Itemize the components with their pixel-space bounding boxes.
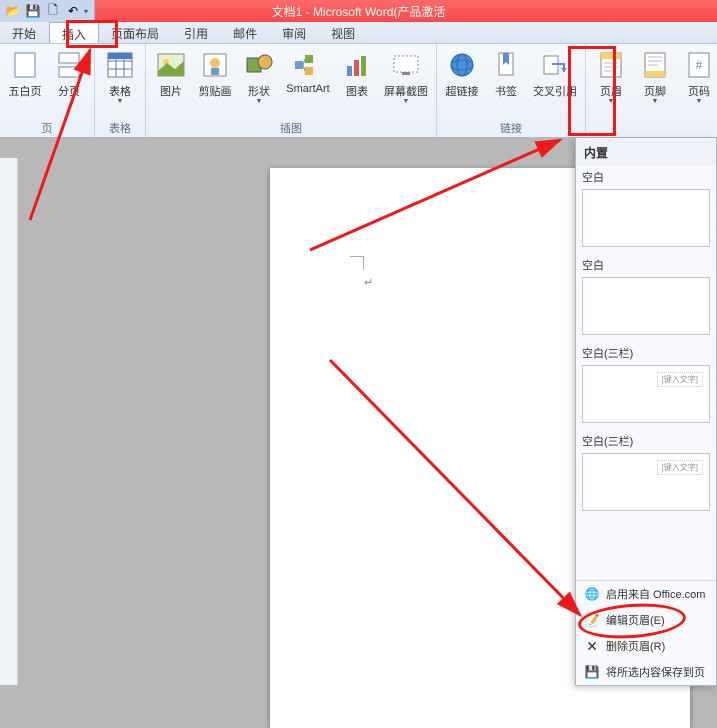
table-button[interactable]: 表格 ▼ <box>99 46 141 108</box>
qat-new-icon[interactable]: 🗋 <box>44 2 62 20</box>
group-headerfooter-label <box>590 122 717 137</box>
chart-button[interactable]: 图表 <box>336 46 378 102</box>
template-blank-three-2[interactable]: 空白(三栏) [键入文字] <box>582 433 710 511</box>
window-title: 文档1 - Microsoft Word(产品激活 <box>272 3 446 20</box>
chart-icon <box>341 49 373 81</box>
smartart-icon <box>292 49 324 81</box>
template-preview <box>582 189 710 247</box>
dropdown-section-builtin: 内置 <box>576 138 716 165</box>
crossref-icon <box>539 49 571 81</box>
bookmark-button[interactable]: 书签 <box>485 46 527 102</box>
pagenum-icon: # <box>683 49 715 81</box>
chevron-down-icon: ▼ <box>403 99 410 105</box>
remove-header-item[interactable]: 🗙删除页眉(R) <box>576 633 716 659</box>
blank-page-button[interactable]: 五白页 <box>4 46 46 102</box>
clipart-icon <box>199 49 231 81</box>
save-selection-item[interactable]: 💾将所选内容保存到页 <box>576 659 716 685</box>
tab-review[interactable]: 审阅 <box>270 22 319 43</box>
smartart-button[interactable]: SmartArt <box>282 46 334 98</box>
blank-page-icon <box>9 49 41 81</box>
save-icon: 💾 <box>584 664 600 680</box>
header-button[interactable]: 页眉▼ <box>590 46 632 108</box>
screenshot-button[interactable]: 屏幕截图▼ <box>380 46 432 108</box>
svg-text:#: # <box>696 58 703 72</box>
margin-marker <box>350 256 364 270</box>
qat-customize-dropdown[interactable]: ▾ <box>84 7 94 16</box>
chevron-down-icon: ▼ <box>256 99 263 105</box>
template-blank-2[interactable]: 空白 <box>582 257 710 335</box>
chevron-down-icon: ▼ <box>652 99 659 105</box>
group-pages-label: 页 <box>4 118 90 137</box>
title-bar: 📂 💾 🗋 ↶ ▾ 文档1 - Microsoft Word(产品激活 <box>0 0 717 22</box>
cursor-paragraph-mark: ↵ <box>364 276 373 289</box>
page-break-icon <box>53 49 85 81</box>
pagenum-button[interactable]: #页码▼ <box>678 46 717 108</box>
group-tables-label: 表格 <box>99 118 141 137</box>
template-preview: [键入文字] <box>582 453 710 511</box>
group-links: 超链接 书签 交叉引用 链接 <box>437 44 586 137</box>
page-break-button[interactable]: 分页 <box>48 46 90 102</box>
remove-icon: 🗙 <box>584 638 600 654</box>
header-dropdown-panel: 内置 空白 空白 空白(三栏) [键入文字] 空白(三栏) [键入文字] 🌐启用… <box>575 138 717 686</box>
footer-icon <box>639 49 671 81</box>
template-preview <box>582 277 710 335</box>
template-preview: [键入文字] <box>582 365 710 423</box>
table-icon <box>104 49 136 81</box>
chevron-down-icon: ▼ <box>117 99 124 105</box>
clipart-button[interactable]: 剪贴画 <box>194 46 236 102</box>
dropdown-footer: 🌐启用来自 Office.com 📝编辑页眉(E) 🗙删除页眉(R) 💾将所选内… <box>576 580 716 685</box>
crossref-button[interactable]: 交叉引用 <box>529 46 581 102</box>
shapes-icon <box>243 49 275 81</box>
group-pages: 五白页 分页 页 <box>0 44 95 137</box>
chevron-down-icon: ▼ <box>608 99 615 105</box>
hyperlink-button[interactable]: 超链接 <box>441 46 483 102</box>
qat-save-icon[interactable]: 💾 <box>24 2 42 20</box>
screenshot-icon <box>390 49 422 81</box>
hyperlink-icon <box>446 49 478 81</box>
tab-insert[interactable]: 插入 <box>49 22 99 43</box>
picture-icon <box>155 49 187 81</box>
dropdown-templates-list: 空白 空白 空白(三栏) [键入文字] 空白(三栏) [键入文字] <box>576 165 716 580</box>
group-illustrations-label: 插图 <box>150 118 432 137</box>
shapes-button[interactable]: 形状▼ <box>238 46 280 108</box>
group-headerfooter: 页眉▼ 页脚▼ #页码▼ 文 <box>586 44 717 137</box>
tab-references[interactable]: 引用 <box>172 22 221 43</box>
tab-mail[interactable]: 邮件 <box>221 22 270 43</box>
picture-button[interactable]: 图片 <box>150 46 192 102</box>
header-icon <box>595 49 627 81</box>
chevron-down-icon: ▼ <box>696 99 703 105</box>
template-blank-1[interactable]: 空白 <box>582 169 710 247</box>
group-tables: 表格 ▼ 表格 <box>95 44 146 137</box>
edit-icon: 📝 <box>584 612 600 628</box>
tab-start[interactable]: 开始 <box>0 22 49 43</box>
quick-access-toolbar: 📂 💾 🗋 ↶ ▾ <box>0 0 95 22</box>
ribbon: 五白页 分页 页 表格 ▼ 表格 图片 剪贴画 形状▼ SmartArt 图表 … <box>0 44 717 138</box>
tab-layout[interactable]: 页面布局 <box>99 22 172 43</box>
footer-button[interactable]: 页脚▼ <box>634 46 676 108</box>
office-com-item[interactable]: 🌐启用来自 Office.com <box>576 581 716 607</box>
office-icon: 🌐 <box>584 586 600 602</box>
qat-undo-icon[interactable]: ↶ <box>64 2 82 20</box>
vertical-ruler[interactable] <box>0 158 18 685</box>
edit-header-item[interactable]: 📝编辑页眉(E) <box>576 607 716 633</box>
template-blank-three-1[interactable]: 空白(三栏) [键入文字] <box>582 345 710 423</box>
qat-open-icon[interactable]: 📂 <box>4 2 22 20</box>
ribbon-tabs: 开始 插入 页面布局 引用 邮件 审阅 视图 <box>0 22 717 44</box>
group-links-label: 链接 <box>441 118 581 137</box>
group-illustrations: 图片 剪贴画 形状▼ SmartArt 图表 屏幕截图▼ 插图 <box>146 44 437 137</box>
tab-view[interactable]: 视图 <box>319 22 368 43</box>
bookmark-icon <box>490 49 522 81</box>
